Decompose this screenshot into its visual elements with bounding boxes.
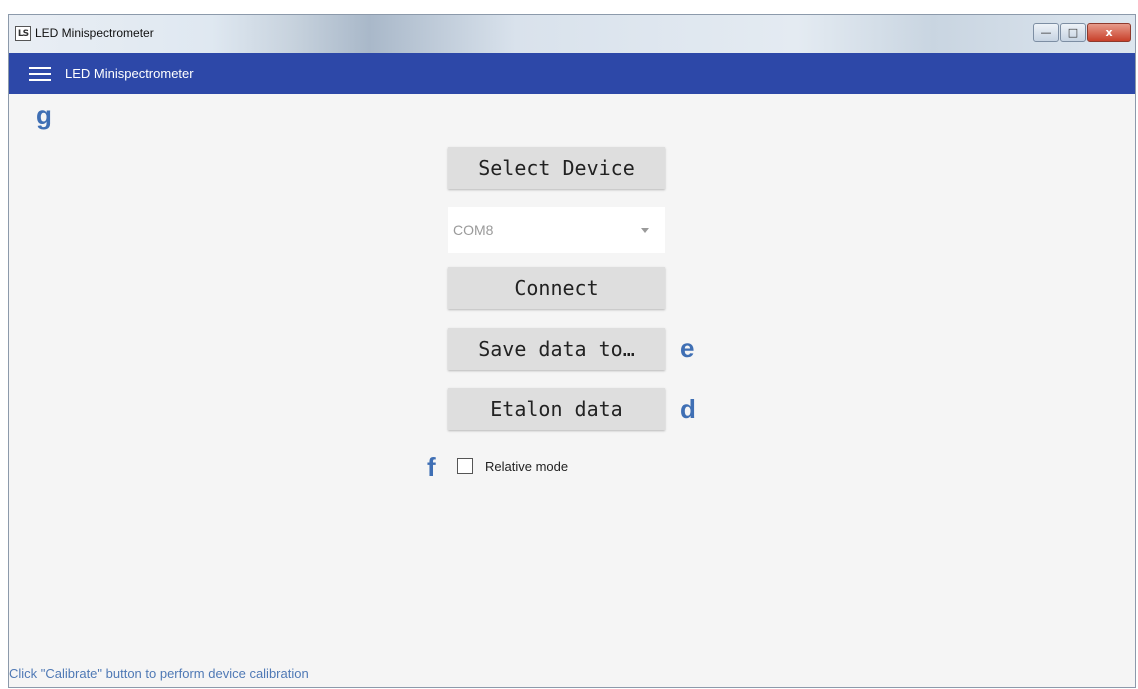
relative-mode-checkbox[interactable] [457,458,473,474]
maximize-button[interactable]: □ [1060,23,1086,42]
relative-mode-toggle[interactable]: Relative mode [457,458,568,474]
save-data-button[interactable]: Save data to… [448,328,665,370]
relative-mode-label: Relative mode [485,458,569,474]
app-window: LS LED Minispectrometer — □ x LED Minisp… [8,14,1136,688]
annotation-d: d [680,394,696,424]
app-icon: LS [15,26,31,41]
app-bar-title: LED Minispectrometer [65,66,194,81]
annotation-e: e [680,333,695,363]
etalon-data-button[interactable]: Etalon data [448,388,665,430]
window-controls: — □ x [1033,23,1131,42]
close-button[interactable]: x [1087,23,1131,42]
port-select-value: COM8 [453,222,494,238]
app-bar: LED Minispectrometer [9,53,1135,94]
annotation-g: g [36,100,52,130]
chevron-down-icon [641,227,649,233]
port-select[interactable]: COM8 [448,207,665,253]
menu-icon[interactable] [29,66,51,81]
status-bar-text: Click "Calibrate" button to perform devi… [9,666,309,681]
select-device-button[interactable]: Select Device [448,147,665,189]
connect-button[interactable]: Connect [448,267,665,309]
window-titlebar[interactable]: LS LED Minispectrometer — □ x [9,15,1135,53]
annotation-f: f [427,452,436,482]
minimize-button[interactable]: — [1033,23,1059,42]
window-title: LED Minispectrometer [35,26,154,40]
